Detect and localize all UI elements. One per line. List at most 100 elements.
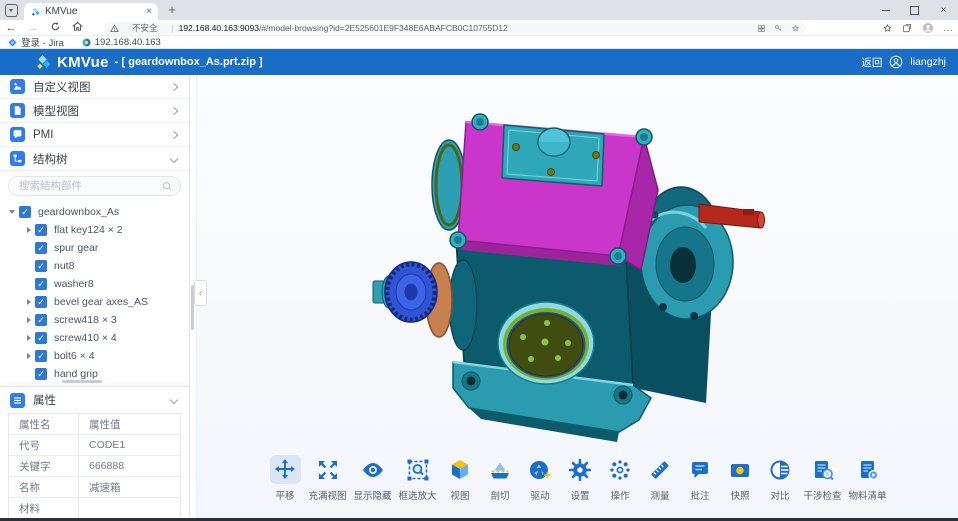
caret-right-icon[interactable]: [24, 351, 35, 361]
table-row: 材料: [9, 498, 180, 518]
tool-label: 驱动: [530, 488, 549, 502]
tree-item[interactable]: screw418 × 3: [0, 311, 189, 329]
sidebar-item-structure-tree[interactable]: 结构树: [0, 147, 189, 171]
tool-snapshot[interactable]: 快照: [724, 455, 757, 502]
caret-right-icon[interactable]: [24, 333, 35, 343]
tab-actions-icon[interactable]: [5, 4, 18, 17]
gearbox-3d-model[interactable]: [371, 85, 781, 457]
checkbox[interactable]: [35, 332, 47, 344]
tree-item[interactable]: washer8: [0, 275, 189, 293]
back-button[interactable]: 返回: [861, 55, 882, 70]
tree-item[interactable]: screw410 × 4: [0, 329, 189, 347]
tool-view[interactable]: 视图: [444, 455, 477, 502]
compare-icon: [765, 455, 796, 484]
tool-pan[interactable]: 平移: [268, 455, 301, 502]
checkbox[interactable]: [35, 224, 47, 236]
bookmark-site[interactable]: 192.168.40.163: [82, 37, 161, 48]
tool-label: 设置: [570, 488, 589, 502]
favorite-star-icon[interactable]: [791, 24, 800, 33]
tool-settings[interactable]: 设置: [564, 455, 597, 502]
url-path: /#/model-browsing?id=2E525601E9F348E6ABA…: [259, 23, 508, 33]
tool-bom[interactable]: 物料清单: [849, 455, 887, 502]
browser-menu-icon[interactable]: …: [943, 23, 954, 34]
home-icon[interactable]: [66, 21, 88, 35]
tree-item[interactable]: geardownbox_As: [0, 203, 189, 221]
pan-icon: [269, 455, 300, 484]
search-input[interactable]: [8, 176, 181, 196]
kmvue-favicon: [30, 7, 40, 17]
tool-compare[interactable]: 对比: [764, 455, 797, 502]
tool-operate[interactable]: 操作: [604, 455, 637, 502]
checkbox[interactable]: [35, 260, 47, 272]
caret-down-icon[interactable]: [8, 207, 19, 217]
tree-item-label: bolt6 × 4: [54, 350, 95, 362]
refresh-icon[interactable]: [44, 21, 66, 35]
sidebar-collapse-button[interactable]: ‹: [194, 280, 207, 306]
property-name: 名称: [9, 477, 79, 497]
forward-icon[interactable]: →: [22, 22, 44, 34]
favorites-bar-star-icon[interactable]: [882, 23, 893, 34]
tree-item[interactable]: spur gear: [0, 239, 189, 257]
property-value: 666888: [79, 456, 180, 476]
tool-measure[interactable]: 测量: [644, 455, 677, 502]
tool-label: 视图: [450, 488, 469, 502]
caret-placeholder: [24, 261, 35, 271]
operate-icon: [605, 455, 636, 484]
sidebar-item-pmi[interactable]: PMI: [0, 123, 189, 147]
tool-interference-check[interactable]: 干涉检查: [804, 455, 842, 502]
checkbox[interactable]: [35, 350, 47, 362]
checkbox[interactable]: [35, 242, 47, 254]
properties-table: 属性名 属性值 代号 CODE1 关键字 666888 名称 减速箱: [8, 413, 181, 518]
caret-right-icon[interactable]: [24, 225, 35, 235]
eye-icon: [357, 455, 388, 484]
username[interactable]: liangzhj: [910, 56, 946, 68]
checkbox[interactable]: [35, 314, 47, 326]
tree-item[interactable]: bolt6 × 4: [0, 347, 189, 365]
checkbox[interactable]: [35, 278, 47, 290]
chevron-down-icon[interactable]: [170, 396, 178, 404]
tree-item[interactable]: bevel gear axes_AS: [0, 293, 189, 311]
window-close-icon[interactable]: ×: [929, 0, 958, 20]
checkbox[interactable]: [19, 206, 31, 218]
page-tools-icon[interactable]: [757, 24, 766, 33]
caret-right-icon[interactable]: [24, 315, 35, 325]
window-maximize-icon[interactable]: [900, 0, 929, 20]
caret-placeholder: [24, 279, 35, 289]
tool-annotate[interactable]: 批注: [684, 455, 717, 502]
tool-label: 框选放大: [398, 488, 436, 502]
user-avatar-icon[interactable]: [889, 55, 903, 69]
document-title: - [ geardownbox_As.prt.zip ]: [115, 56, 263, 68]
sidebar-item-model-views[interactable]: 模型视图: [0, 99, 189, 123]
sidebar-item-label: 自定义视图: [33, 79, 171, 95]
tree-item-label: bevel gear axes_AS: [54, 296, 148, 308]
password-key-icon[interactable]: [774, 24, 783, 33]
bookmark-jira[interactable]: 登录 - Jira: [8, 35, 64, 49]
profile-avatar[interactable]: [922, 22, 934, 34]
address-bar[interactable]: 不安全 | 192.168.40.163:9093/#/model-browsi…: [104, 22, 806, 34]
tool-drive[interactable]: 驱动: [524, 455, 557, 502]
tool-box-zoom[interactable]: 框选放大: [398, 455, 436, 502]
app-name: KMVue: [57, 54, 109, 71]
window-minimize-icon[interactable]: [871, 0, 900, 20]
drive-icon: [525, 455, 556, 484]
tree-item[interactable]: nut8: [0, 257, 189, 275]
tool-section[interactable]: 剖切: [484, 455, 517, 502]
tool-show-hide[interactable]: 显示隐藏: [353, 455, 391, 502]
table-row: 名称 减速箱: [9, 477, 180, 498]
back-icon[interactable]: ←: [0, 22, 22, 34]
tree-item[interactable]: flat key124 × 2: [0, 221, 189, 239]
sidebar-item-custom-views[interactable]: 自定义视图: [0, 75, 189, 99]
collections-icon[interactable]: [902, 23, 913, 34]
bookmarks-bar: 登录 - Jira 192.168.40.163: [0, 36, 958, 49]
caret-right-icon[interactable]: [24, 297, 35, 307]
tool-fit-view[interactable]: 充满视图: [308, 455, 346, 502]
sidebar-item-label: 模型视图: [33, 103, 171, 119]
horizontal-scrollbar[interactable]: [62, 380, 102, 383]
checkbox[interactable]: [35, 296, 47, 308]
app-header: KMVue - [ geardownbox_As.prt.zip ] 返回 li…: [0, 49, 958, 75]
caret-placeholder: [24, 243, 35, 253]
chevron-right-icon: [170, 82, 178, 90]
table-row: 关键字 666888: [9, 456, 180, 477]
model-viewport[interactable]: 平移 充满视图 显示隐藏 框选放大 视图: [196, 75, 958, 518]
checkbox[interactable]: [35, 368, 47, 380]
